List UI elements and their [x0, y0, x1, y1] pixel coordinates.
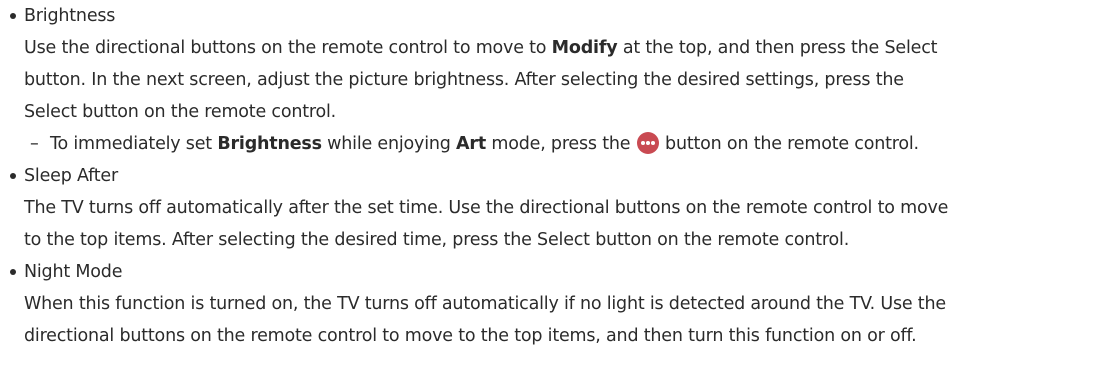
item-text-line: Use the directional buttons on the remot…	[24, 38, 938, 58]
item-text-line: to the top items. After selecting the de…	[24, 230, 850, 250]
item-text-line: Select button on the remote control.	[24, 102, 337, 122]
menu-term-brightness: Brightness	[217, 134, 322, 154]
item-text-line: directional buttons on the remote contro…	[24, 326, 917, 346]
bullet-icon	[6, 0, 20, 32]
menu-term-modify: Modify	[551, 38, 618, 58]
manual-page: Brightness Use the directional buttons o…	[0, 0, 1098, 379]
item-title: Brightness	[24, 6, 116, 26]
bullet-icon	[6, 256, 20, 288]
item-text-line: When this function is turned on, the TV …	[24, 294, 946, 314]
more-dots-icon	[636, 132, 659, 154]
item-title: Night Mode	[24, 262, 123, 282]
sub-note: – To immediately set Brightness while enj…	[30, 128, 919, 160]
item-title: Sleep After	[24, 166, 118, 186]
dash-marker: –	[30, 134, 39, 154]
menu-term-art: Art	[456, 134, 486, 154]
item-text-line: button. In the next screen, adjust the p…	[24, 70, 904, 90]
item-text-line: The TV turns off automatically after the…	[24, 198, 949, 218]
bullet-icon	[6, 160, 20, 192]
